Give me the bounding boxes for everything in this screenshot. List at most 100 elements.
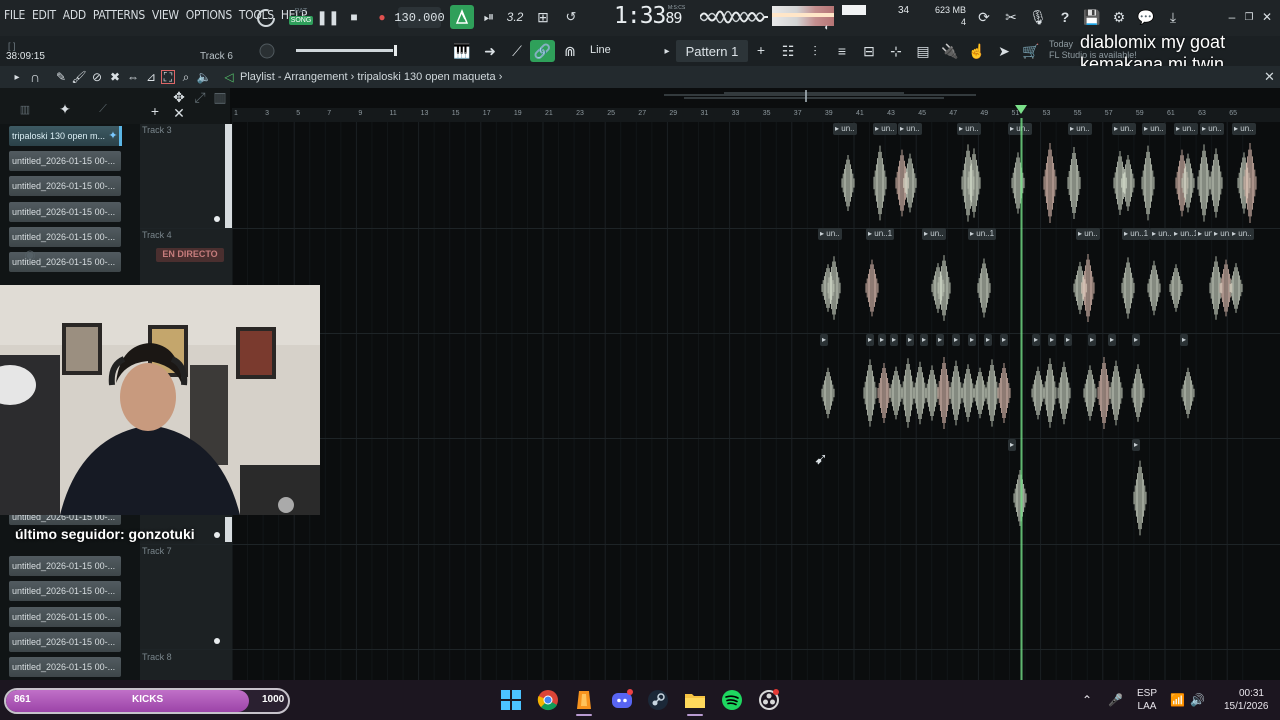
restore-icon[interactable]: ❐	[1243, 10, 1255, 24]
download-icon[interactable]: ⤓	[1165, 9, 1181, 25]
clip-item[interactable]: untitled_2026-01-15 00-...	[9, 581, 121, 601]
notes-icon[interactable]: ▤	[913, 42, 933, 60]
shop-icon[interactable]: 🛒	[1021, 42, 1041, 60]
render-icon[interactable]: ⚙	[1111, 9, 1127, 25]
windows-start-icon[interactable]	[500, 689, 522, 711]
pattern-selector[interactable]: Pattern 1	[676, 40, 748, 62]
tools-icon[interactable]: ➤	[994, 42, 1014, 60]
clip-name-tag[interactable]: ▸ un..	[1076, 228, 1100, 240]
clip-name-tag[interactable]: ▸	[968, 334, 977, 346]
clip-name-tag[interactable]: ▸	[1064, 334, 1073, 346]
clip-name-tag[interactable]: ▸	[1132, 334, 1141, 346]
arrangement-grid[interactable]	[232, 108, 1280, 680]
clip-item[interactable]: untitled_2026-01-15 00-...	[9, 632, 121, 652]
clip-name-tag[interactable]: ▸ un..1	[866, 228, 895, 240]
track-label[interactable]: Track 7	[142, 546, 172, 556]
language-indicator[interactable]: ESP LAA	[1137, 687, 1157, 713]
brush-icon[interactable]: ⟋	[507, 42, 527, 60]
playlist-icon[interactable]: ☷	[778, 42, 798, 60]
clip-item[interactable]: tripaloski 130 open m...	[9, 126, 121, 146]
audio-clip-icon[interactable]: ✦	[56, 100, 74, 118]
tray-chevron-icon[interactable]: ⌃	[1082, 693, 1092, 707]
clip-name-tag[interactable]: ▸	[906, 334, 915, 346]
menu-file[interactable]: FILE	[4, 8, 25, 22]
volume-icon[interactable]: 🔊	[1190, 693, 1205, 707]
clip-name-tag[interactable]: ▸ un..	[818, 228, 842, 240]
track-label[interactable]: Track 3	[142, 125, 172, 135]
fl-studio-icon[interactable]	[573, 689, 595, 711]
compass-icon[interactable]: ✥	[170, 89, 188, 105]
clip-item[interactable]: untitled_2026-01-15 00-...	[9, 657, 121, 677]
browser-icon[interactable]: ⊟	[859, 42, 879, 60]
playlist-menu-arrow-icon[interactable]: ▸	[10, 70, 24, 84]
track-active-dot[interactable]	[214, 532, 220, 538]
clip-name-tag[interactable]: ▸	[984, 334, 993, 346]
clip-name-tag[interactable]: ▸	[1008, 439, 1017, 451]
help-icon[interactable]: ?	[1057, 9, 1073, 25]
clip-name-tag[interactable]: ▸	[936, 334, 945, 346]
track-active-dot[interactable]	[214, 638, 220, 644]
clip-name-tag[interactable]: ▸	[952, 334, 961, 346]
spotify-icon[interactable]	[721, 689, 743, 711]
mixer-knob-icon[interactable]	[256, 42, 278, 60]
wifi-icon[interactable]: 📶	[1170, 693, 1185, 707]
playback-tool-icon[interactable]: 🔈	[197, 70, 212, 84]
clip-item[interactable]: untitled_2026-01-15 00-...	[9, 151, 121, 171]
tempo-display[interactable]: 130.000	[394, 7, 445, 28]
clip-name-tag[interactable]: ▸	[1132, 439, 1141, 451]
zoom-tool-icon[interactable]: ⌕	[179, 70, 193, 84]
plugin-icon[interactable]: 🔌	[940, 42, 960, 60]
wait-for-input-icon[interactable]: ⏯	[480, 9, 498, 25]
mixer-icon[interactable]: ≡	[832, 42, 852, 60]
paint-tool-icon[interactable]: 🖌	[71, 70, 86, 84]
chat-icon[interactable]: 💬	[1137, 9, 1154, 25]
slice-tool-icon[interactable]: ⊿	[144, 70, 158, 84]
refresh-icon[interactable]: ⟳	[976, 9, 992, 25]
close-icon[interactable]: ✕	[1261, 10, 1273, 24]
clip-name-tag[interactable]: ▸ un..	[898, 123, 922, 135]
piano-mini-icon[interactable]: ▥	[212, 89, 228, 105]
clip-item[interactable]: untitled_2026-01-15 00-...	[9, 202, 121, 222]
discord-icon[interactable]	[611, 689, 633, 711]
stop-icon[interactable]: ■	[346, 8, 362, 26]
automation-icon[interactable]: ⟋	[96, 102, 110, 116]
steam-icon[interactable]	[647, 689, 669, 711]
remove-track-icon[interactable]: ✕	[172, 105, 186, 121]
cut-icon[interactable]: ✂	[1003, 9, 1019, 25]
microphone-icon[interactable]: 🎙	[1029, 9, 1047, 25]
menu-patterns[interactable]: PATTERNS	[93, 8, 145, 22]
menu-options[interactable]: OPTIONS	[186, 8, 232, 22]
clip-name-tag[interactable]: ▸ un..1	[1122, 228, 1151, 240]
clip-name-tag[interactable]: ▸ un..	[922, 228, 946, 240]
save-icon[interactable]: 💾	[1083, 9, 1100, 25]
metronome-icon[interactable]	[450, 5, 474, 29]
playlist-overview-strip[interactable]	[664, 90, 976, 102]
chrome-icon[interactable]	[537, 689, 559, 711]
step-edit-icon[interactable]: ⊞	[534, 9, 552, 25]
master-pitch-slider[interactable]	[296, 45, 397, 56]
pat-song-toggle[interactable]: PAT SONG	[289, 7, 313, 29]
loop-record-icon[interactable]: ↺	[562, 9, 580, 25]
clip-name-tag[interactable]: ▸ un..	[1150, 228, 1174, 240]
clip-name-tag[interactable]: ▸ un..	[1230, 228, 1254, 240]
clip-name-tag[interactable]: ▸ un..1	[968, 228, 997, 240]
add-track-icon[interactable]: +	[148, 103, 162, 119]
delete-tool-icon[interactable]: ⊘	[90, 70, 104, 84]
tuning-knob-icon[interactable]: ◐	[822, 22, 832, 32]
clip-item[interactable]: untitled_2026-01-15 00-...	[9, 176, 121, 196]
clip-name-tag[interactable]: ▸ un..	[1142, 123, 1166, 135]
clip-name-tag[interactable]: ▸	[920, 334, 929, 346]
mute-tool-icon[interactable]: ✖	[108, 70, 122, 84]
clip-name-tag[interactable]: ▸	[1048, 334, 1057, 346]
track-label[interactable]: Track 4	[142, 230, 172, 240]
play-arrow-icon[interactable]: ◁	[222, 70, 236, 84]
step-sequencer-icon[interactable]: ⊹	[886, 42, 906, 60]
clip-name-tag[interactable]: ▸	[1032, 334, 1041, 346]
snap-mode-select[interactable]: Line	[590, 44, 611, 56]
clip-name-tag[interactable]: ▸	[866, 334, 875, 346]
clip-name-tag[interactable]: ▸	[1180, 334, 1189, 346]
main-volume-knob[interactable]	[254, 6, 278, 30]
menu-edit[interactable]: EDIT	[32, 8, 56, 22]
track-resize-handle[interactable]	[225, 517, 232, 542]
clip-name-tag[interactable]: ▸	[878, 334, 887, 346]
